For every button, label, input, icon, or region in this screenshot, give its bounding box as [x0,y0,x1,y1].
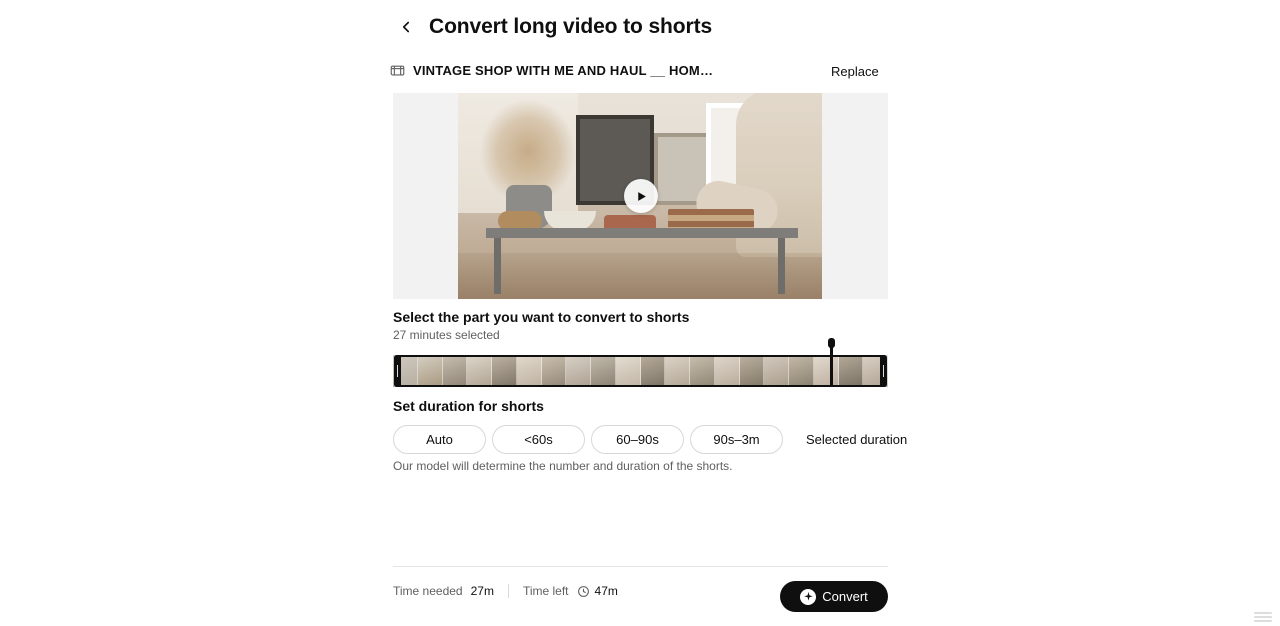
duration-option-60-90s[interactable]: 60–90s [591,425,684,454]
selected-minutes-label: 27 minutes selected [393,328,500,342]
duration-option-90s-3m[interactable]: 90s–3m [690,425,783,454]
video-file-row: VINTAGE SHOP WITH ME AND HAUL __ HOM… [389,62,888,78]
filmstrip[interactable] [393,355,888,387]
page-header: Convert long video to shorts [393,14,712,40]
footer-separator [507,584,509,599]
video-file-icon [389,62,405,78]
chevron-left-icon [402,21,410,33]
time-needed-label: Time needed [393,584,463,599]
time-left-value-wrap: 47m [577,584,618,598]
filmstrip-thumb [467,355,492,387]
select-section-title: Select the part you want to convert to s… [393,309,690,325]
duration-section-title: Set duration for shorts [393,398,544,414]
convert-button[interactable]: Convert [780,581,888,612]
watermark [1254,612,1272,624]
filmstrip-thumb [516,355,542,387]
filmstrip-thumb [714,355,740,387]
convert-video-page: Convert long video to shorts VINTAGE SHO… [0,0,1280,626]
filmstrip-thumb [417,355,443,387]
video-preview[interactable] [393,93,888,299]
filmstrip-thumb [838,355,864,387]
time-left-label: Time left [522,584,569,599]
filmstrip-thumb [764,355,789,387]
video-file-name: VINTAGE SHOP WITH ME AND HAUL __ HOM… [413,62,714,78]
playhead[interactable] [828,338,835,387]
footer-divider [393,566,888,567]
dried-plant [480,99,576,195]
duration-option-auto[interactable]: Auto [393,425,486,454]
play-icon [638,191,646,201]
footer-status: Time needed 27m Time left 47m [393,584,618,599]
back-button[interactable] [393,14,419,40]
filmstrip-thumb [492,355,517,387]
duration-option-under-60s[interactable]: <60s [492,425,585,454]
filmstrip-thumb [789,355,814,387]
filmstrip-thumb [665,355,690,387]
filmstrip-thumb [591,355,616,387]
filmstrip-thumb [640,355,666,387]
play-button[interactable] [623,179,658,213]
time-needed-value: 27m [470,584,494,599]
convert-button-label: Convert [822,589,868,604]
selection-handle-right[interactable] [880,355,887,387]
filmstrip-thumb [566,355,591,387]
filmstrip-thumb [442,355,468,387]
duration-option-selected-duration[interactable]: Selected duration [789,425,925,454]
duration-helper-text: Our model will determine the number and … [393,459,733,473]
duration-options: Auto <60s 60–90s 90s–3m Selected duratio… [393,425,925,454]
page-title: Convert long video to shorts [429,15,713,38]
selection-handle-left[interactable] [394,355,401,387]
filmstrip-thumb [541,355,567,387]
timeline-selector[interactable] [393,338,888,387]
replace-button[interactable]: Replace [827,62,883,81]
clock-icon [577,585,590,598]
filmstrip-thumb [690,355,715,387]
filmstrip-thumb [739,355,765,387]
time-left-value: 47m [594,584,618,598]
sparkle-icon [800,588,817,605]
filmstrip-thumb [615,355,641,387]
filmstrip-thumb [813,355,839,387]
